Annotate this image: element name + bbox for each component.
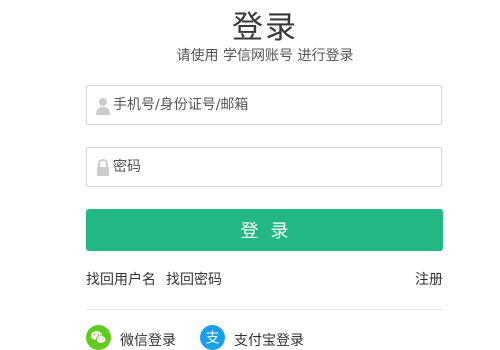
password-input[interactable] [113, 148, 433, 186]
lock-icon [97, 159, 109, 176]
alipay-login-label: 支付宝登录 [234, 333, 304, 349]
wechat-icon [86, 325, 111, 350]
login-page: 登录 请使用 学信网账号 进行登录 登录 找回用户名 找回密码 注册 微信登录 [0, 0, 500, 350]
register-link[interactable]: 注册 [415, 269, 443, 289]
user-icon [96, 98, 110, 115]
username-field[interactable] [86, 85, 442, 125]
alipay-icon: 支 [200, 325, 225, 350]
find-username-link[interactable]: 找回用户名 [86, 269, 156, 289]
svg-text:支: 支 [206, 331, 220, 347]
password-field[interactable] [86, 147, 442, 187]
divider [86, 309, 443, 310]
login-button[interactable]: 登录 [86, 209, 443, 251]
page-subtitle: 请使用 学信网账号 进行登录 [176, 48, 354, 64]
find-password-link[interactable]: 找回密码 [166, 269, 222, 289]
page-title: 登录 [232, 10, 298, 46]
wechat-login-label: 微信登录 [120, 333, 176, 349]
username-input[interactable] [113, 86, 433, 124]
